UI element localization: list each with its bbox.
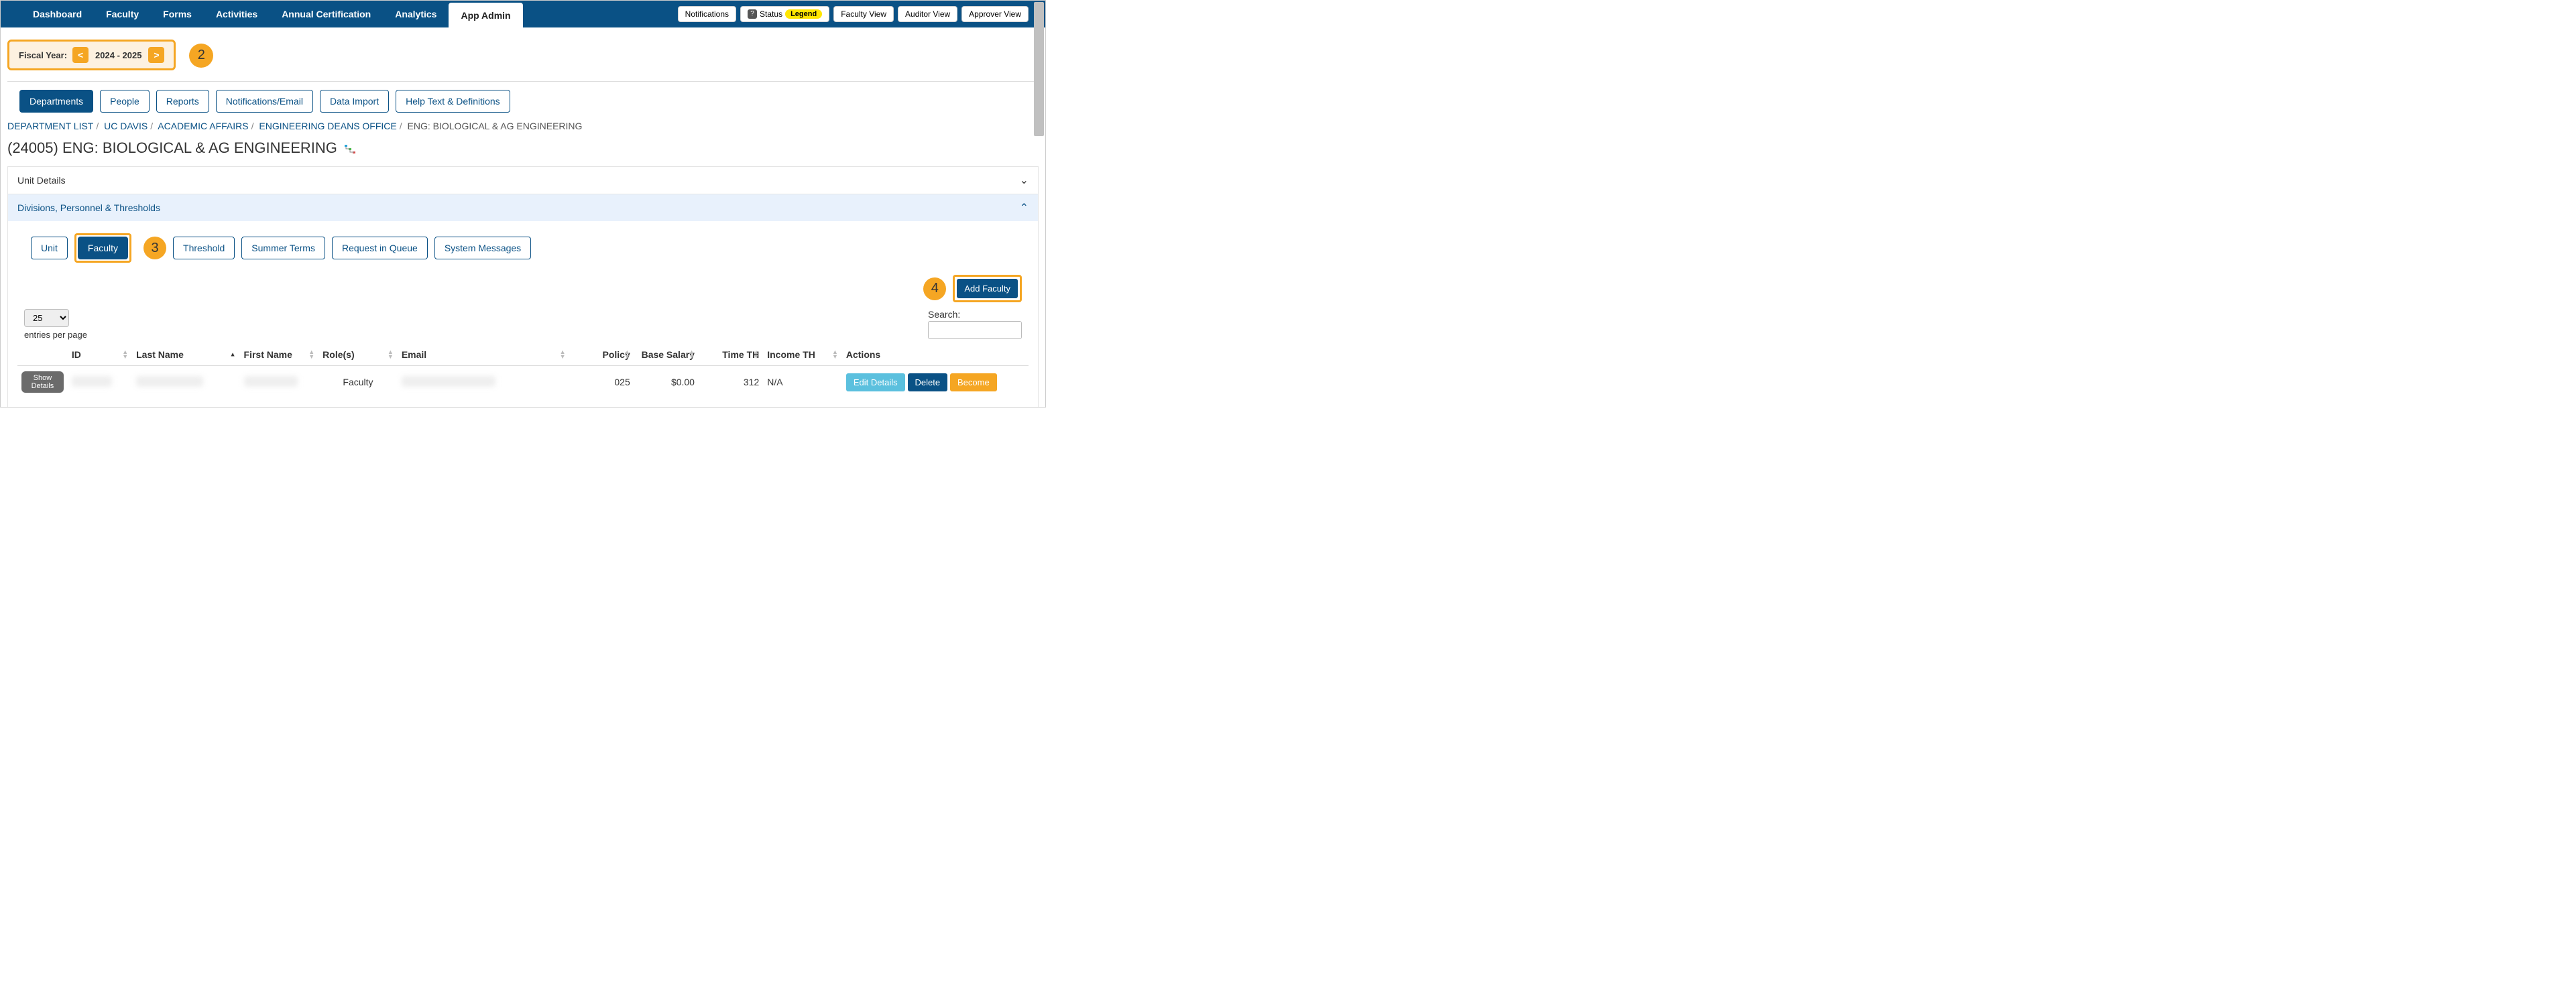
col-email[interactable]: Email▲▼: [398, 344, 570, 366]
divisions-header[interactable]: Divisions, Personnel & Thresholds ⌃: [8, 194, 1038, 221]
legend-pill: Legend: [785, 9, 822, 19]
nav-activities[interactable]: Activities: [204, 1, 270, 27]
innertab-summer-terms[interactable]: Summer Terms: [241, 237, 325, 259]
col-roles[interactable]: Role(s)▲▼: [318, 344, 398, 366]
cell-income-th: N/A: [767, 377, 782, 387]
annotation-2: 2: [189, 44, 213, 68]
page-title: (24005) ENG: BIOLOGICAL & AG ENGINEERING: [1, 137, 1045, 166]
cell-policy: 025: [614, 377, 630, 387]
nav-forms[interactable]: Forms: [151, 1, 204, 27]
innertab-threshold[interactable]: Threshold: [173, 237, 235, 259]
annotation-frame-4: Add Faculty: [953, 275, 1022, 302]
col-last-name[interactable]: Last Name▲: [132, 344, 239, 366]
annotation-3: 3: [143, 237, 166, 259]
notifications-button[interactable]: Notifications: [678, 6, 736, 22]
page-title-text: (24005) ENG: BIOLOGICAL & AG ENGINEERING: [7, 139, 337, 157]
top-nav: Dashboard Faculty Forms Activities Annua…: [1, 1, 1045, 27]
chevron-up-icon: ⌃: [1020, 201, 1029, 214]
unit-details-header[interactable]: Unit Details ⌄: [8, 167, 1038, 194]
cell-first-name: [244, 376, 298, 387]
page-size-select[interactable]: 25: [24, 309, 69, 327]
innertab-faculty[interactable]: Faculty: [78, 237, 128, 259]
faculty-view-button[interactable]: Faculty View: [833, 6, 894, 22]
chevron-down-icon: ⌄: [1020, 174, 1029, 187]
subtab-departments[interactable]: Departments: [19, 90, 93, 113]
innertab-unit[interactable]: Unit: [31, 237, 68, 259]
cell-roles: Faculty: [343, 377, 373, 387]
status-label: Status: [760, 9, 782, 19]
page-size-label: entries per page: [24, 330, 87, 340]
fiscal-year-prev-button[interactable]: <: [72, 47, 89, 63]
fiscal-year-label: Fiscal Year:: [19, 50, 67, 60]
crumb-engineering-deans[interactable]: ENGINEERING DEANS OFFICE: [259, 121, 396, 131]
nav-analytics[interactable]: Analytics: [383, 1, 449, 27]
add-faculty-button[interactable]: Add Faculty: [957, 279, 1018, 298]
status-legend-button[interactable]: ? Status Legend: [740, 6, 829, 22]
faculty-table: ID▲▼ Last Name▲ First Name▲▼ Role(s)▲▼ E…: [17, 344, 1029, 398]
show-details-button[interactable]: Show Details: [21, 371, 64, 393]
edit-details-button[interactable]: Edit Details: [846, 373, 905, 391]
table-header-row: ID▲▼ Last Name▲ First Name▲▼ Role(s)▲▼ E…: [17, 344, 1029, 366]
subtab-people[interactable]: People: [100, 90, 150, 113]
search-input[interactable]: [928, 321, 1022, 339]
innertab-request-queue[interactable]: Request in Queue: [332, 237, 428, 259]
approver-view-button[interactable]: Approver View: [961, 6, 1029, 22]
org-chart-icon[interactable]: [344, 142, 356, 154]
cell-time-th: 312: [744, 377, 759, 387]
breadcrumb: DEPARTMENT LIST/ UC DAVIS/ ACADEMIC AFFA…: [1, 119, 1045, 137]
help-icon: ?: [748, 9, 757, 19]
subtab-reports[interactable]: Reports: [156, 90, 209, 113]
innertab-system-messages[interactable]: System Messages: [434, 237, 531, 259]
crumb-department-list[interactable]: DEPARTMENT LIST: [7, 121, 93, 131]
annotation-4: 4: [923, 277, 946, 300]
subtab-data-import[interactable]: Data Import: [320, 90, 389, 113]
delete-button[interactable]: Delete: [908, 373, 948, 391]
subtab-help-text[interactable]: Help Text & Definitions: [396, 90, 510, 113]
divisions-title: Divisions, Personnel & Thresholds: [17, 202, 160, 213]
col-time-th[interactable]: Time TH▲▼: [699, 344, 763, 366]
col-income-th[interactable]: Income TH▲▼: [763, 344, 842, 366]
col-actions: Actions: [842, 344, 1029, 366]
unit-details-title: Unit Details: [17, 175, 66, 186]
search-label: Search:: [928, 309, 1022, 320]
crumb-current: ENG: BIOLOGICAL & AG ENGINEERING: [408, 121, 583, 131]
cell-id: [72, 376, 112, 387]
col-id[interactable]: ID▲▼: [68, 344, 132, 366]
cell-base-salary: $0.00: [671, 377, 695, 387]
cell-last-name: [136, 376, 203, 387]
auditor-view-button[interactable]: Auditor View: [898, 6, 957, 22]
divisions-panel: Divisions, Personnel & Thresholds ⌃ Unit…: [7, 194, 1039, 407]
col-policy[interactable]: Policy▲▼: [569, 344, 634, 366]
annotation-frame-3: Faculty: [74, 233, 131, 263]
nav-annual-certification[interactable]: Annual Certification: [270, 1, 383, 27]
col-expand: [17, 344, 68, 366]
col-base-salary[interactable]: Base Salary▲▼: [634, 344, 699, 366]
admin-subtabs: Departments People Reports Notifications…: [1, 86, 1045, 119]
cell-email: [402, 376, 495, 387]
fiscal-year-value: 2024 - 2025: [95, 50, 141, 60]
fiscal-year-next-button[interactable]: >: [148, 47, 164, 63]
inner-tabs: Unit Faculty 3 Threshold Summer Terms Re…: [17, 231, 1029, 275]
subtab-notifications-email[interactable]: Notifications/Email: [216, 90, 313, 113]
nav-faculty[interactable]: Faculty: [94, 1, 151, 27]
nav-dashboard[interactable]: Dashboard: [21, 1, 94, 27]
unit-details-panel: Unit Details ⌄: [7, 166, 1039, 194]
separator: [7, 81, 1039, 82]
nav-app-admin[interactable]: App Admin: [449, 3, 522, 27]
become-button[interactable]: Become: [950, 373, 997, 391]
col-first-name[interactable]: First Name▲▼: [240, 344, 319, 366]
table-row: Show Details Faculty 025 $0.00 312 N/A E…: [17, 366, 1029, 399]
scrollbar-thumb[interactable]: [1034, 2, 1044, 136]
crumb-uc-davis[interactable]: UC DAVIS: [104, 121, 148, 131]
crumb-academic-affairs[interactable]: ACADEMIC AFFAIRS: [158, 121, 248, 131]
fiscal-year-selector: Fiscal Year: < 2024 - 2025 >: [7, 40, 176, 70]
